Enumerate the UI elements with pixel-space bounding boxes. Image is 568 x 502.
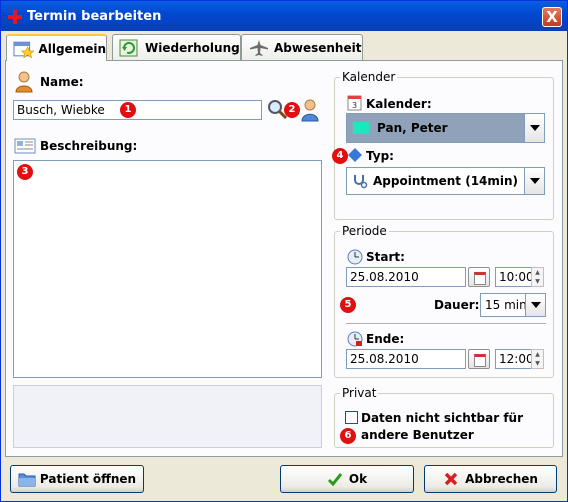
marker-4: 4: [332, 148, 348, 164]
end-clock-icon: [347, 331, 363, 347]
start-time-input[interactable]: 10:00: [495, 267, 534, 287]
periode-group-title: Periode: [340, 224, 389, 238]
ok-label: Ok: [348, 472, 368, 486]
spin-up-icon[interactable]: ▲: [532, 350, 543, 359]
dauer-label: Dauer:: [434, 298, 480, 312]
kalender-label: Kalender:: [366, 97, 432, 111]
typ-value: Appointment (14min): [373, 174, 519, 188]
typ-dropdown-arrow[interactable]: [524, 168, 544, 194]
privat-checkbox-label-line2: andere Benutzer: [361, 428, 474, 442]
clock-icon: [347, 249, 363, 265]
window-title: Termin bearbeiten: [27, 9, 162, 24]
patient-lookup-icon[interactable]: [297, 98, 319, 122]
marker-5: 5: [340, 297, 356, 313]
calendar-color-swatch: [353, 122, 369, 134]
title-bar[interactable]: Termin bearbeiten X: [1, 1, 567, 31]
start-date-input[interactable]: 25.08.2010: [346, 267, 466, 287]
cancel-label: Abbrechen: [465, 472, 538, 486]
ende-label: Ende:: [366, 332, 405, 346]
marker-6: 6: [340, 428, 356, 444]
spin-up-icon[interactable]: ▲: [532, 268, 543, 277]
dauer-value: 15 min: [485, 298, 527, 312]
patient-open-label: Patient öffnen: [39, 472, 137, 486]
spin-down-icon[interactable]: ▼: [532, 277, 543, 286]
tab-wiederholung[interactable]: Wiederholung: [112, 34, 241, 60]
close-button[interactable]: X: [542, 7, 562, 27]
tab-panel-allgemein: Name: Busch, Wiebke 1 2 Beschreibung: 3 …: [5, 60, 563, 457]
end-date-picker-button[interactable]: [468, 349, 490, 369]
marker-3: 3: [17, 164, 33, 180]
end-date-input[interactable]: 25.08.2010: [346, 349, 466, 369]
dauer-dropdown-arrow[interactable]: [525, 294, 545, 316]
description-icon: [14, 138, 36, 154]
checkmark-icon: [327, 473, 343, 487]
typ-label: Typ:: [366, 149, 394, 163]
calendar-icon: 3: [347, 95, 362, 111]
start-date-picker-button[interactable]: [468, 267, 490, 287]
tab-label: Allgemein: [38, 41, 106, 56]
recurrence-icon: [119, 39, 138, 56]
cancel-x-icon: [444, 472, 458, 486]
spin-down-icon[interactable]: ▼: [532, 359, 543, 368]
tab-label: Wiederholung: [145, 40, 240, 55]
svg-text:3: 3: [352, 101, 357, 110]
start-label: Start:: [366, 250, 405, 264]
airplane-icon: [250, 39, 268, 56]
description-label: Beschreibung:: [40, 139, 138, 153]
tab-allgemein[interactable]: Allgemein: [6, 34, 107, 61]
stethoscope-icon: [354, 175, 368, 189]
folder-icon: [18, 473, 36, 487]
person-icon: [15, 71, 33, 93]
privat-group-title: Privat: [340, 386, 379, 400]
privat-checkbox-label-line1: Daten nicht sichtbar für: [361, 411, 523, 425]
type-icon: [348, 148, 362, 162]
calendar-star-icon: [13, 41, 35, 58]
description-textarea[interactable]: [13, 160, 322, 378]
tab-label: Abwesenheit: [274, 40, 362, 55]
kalender-group-title: Kalender: [340, 70, 398, 84]
end-time-spinner[interactable]: ▲ ▼: [531, 349, 544, 369]
periode-separator: [346, 323, 546, 324]
tab-abwesenheit[interactable]: Abwesenheit: [241, 34, 363, 60]
patient-open-button[interactable]: Patient öffnen: [10, 465, 144, 493]
info-area: [13, 385, 322, 448]
marker-1: 1: [120, 102, 136, 118]
start-time-spinner[interactable]: ▲ ▼: [531, 267, 544, 287]
dialog-window: Termin bearbeiten X Allgemein Wiederholu…: [0, 0, 568, 502]
kalender-dropdown-arrow[interactable]: [524, 114, 544, 142]
ok-button[interactable]: Ok: [280, 465, 414, 493]
typ-combo[interactable]: Appointment (14min): [346, 167, 545, 195]
dauer-combo[interactable]: 15 min: [480, 293, 546, 317]
red-cross-icon: [8, 10, 22, 24]
privat-checkbox[interactable]: [345, 411, 358, 424]
kalender-value: Pan, Peter: [377, 121, 448, 135]
cancel-button[interactable]: Abbrechen: [424, 465, 557, 493]
name-input[interactable]: Busch, Wiebke: [13, 100, 262, 120]
name-label: Name:: [40, 75, 84, 89]
end-time-input[interactable]: 12:00: [495, 349, 534, 369]
kalender-combo[interactable]: Pan, Peter: [346, 113, 545, 143]
